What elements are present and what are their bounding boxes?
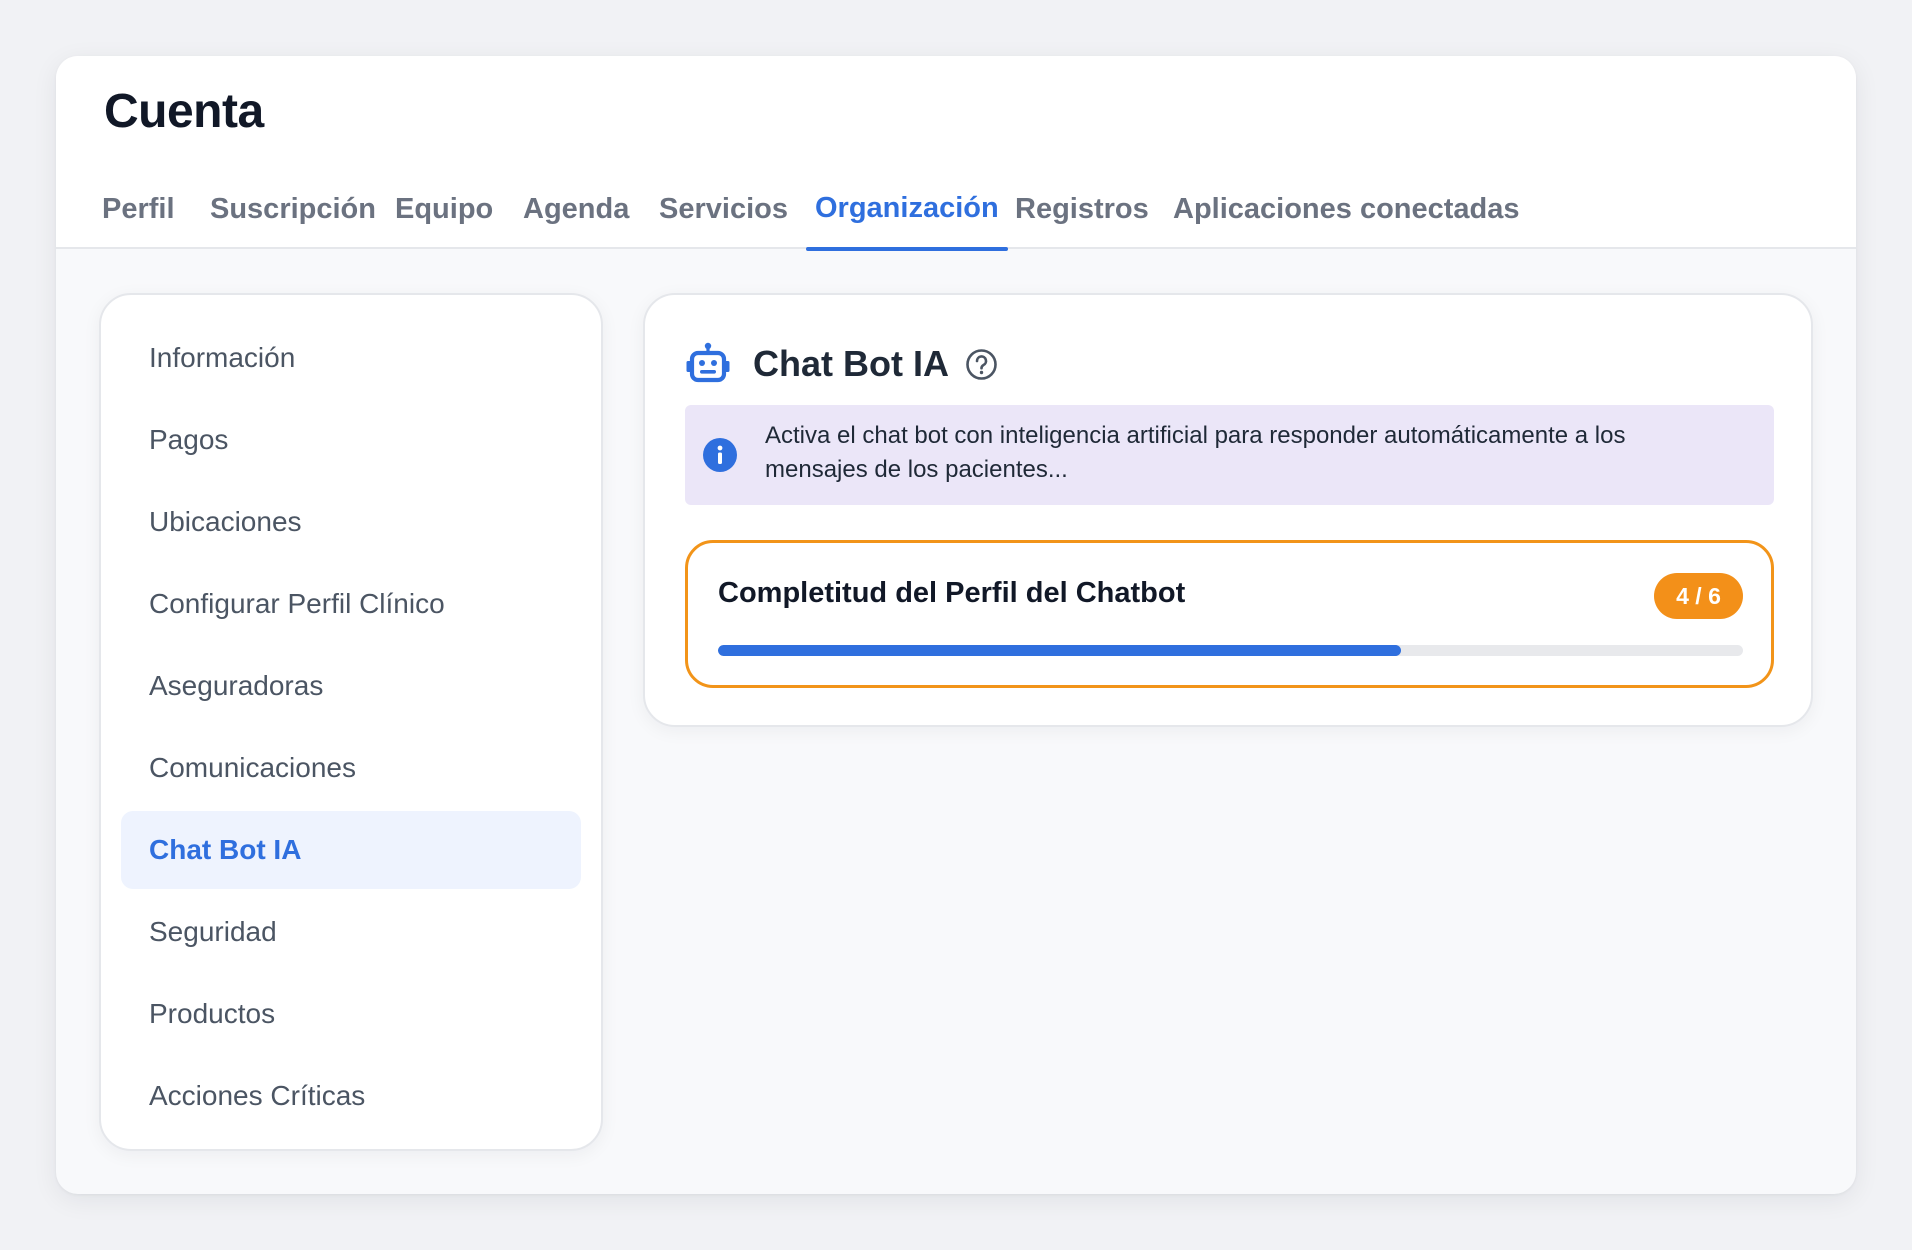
tab-agenda[interactable]: Agenda xyxy=(514,184,638,249)
progress-title: Completitud del Perfil del Chatbot xyxy=(718,577,1186,609)
progress-track xyxy=(718,645,1743,656)
card-title: Chat Bot IA xyxy=(753,343,949,384)
sidebar-item-productos[interactable]: Productos xyxy=(121,975,581,1053)
card-header: Chat Bot IA xyxy=(685,339,1285,389)
progress-count-badge: 4 / 6 xyxy=(1654,573,1743,619)
chatbot-profile-progress: Completitud del Perfil del Chatbot 4 / 6 xyxy=(685,540,1774,688)
sidebar-item-seguridad[interactable]: Seguridad xyxy=(121,893,581,971)
chatbot-card: Chat Bot IA Activa el chat bot con intel… xyxy=(643,293,1813,727)
progress-fill xyxy=(718,645,1402,656)
sidebar-item-ubicaciones[interactable]: Ubicaciones xyxy=(121,483,581,561)
sidebar-item-aseguradoras[interactable]: Aseguradoras xyxy=(121,647,581,725)
page-title: Cuenta xyxy=(104,85,264,138)
info-banner: Activa el chat bot con inteligencia arti… xyxy=(685,405,1774,505)
tab-suscripcion[interactable]: Suscripción xyxy=(201,184,385,249)
tab-perfil[interactable]: Perfil xyxy=(93,184,184,249)
sidebar-item-chat-bot-ia[interactable]: Chat Bot IA xyxy=(121,811,581,889)
tab-registros[interactable]: Registros xyxy=(1006,184,1158,249)
tab-aplicaciones-conectadas[interactable]: Aplicaciones conectadas xyxy=(1164,184,1529,249)
settings-sidebar: Información Pagos Ubicaciones Configurar… xyxy=(99,293,603,1151)
sidebar-item-acciones-criticas[interactable]: Acciones Críticas xyxy=(121,1057,581,1135)
tab-servicios[interactable]: Servicios xyxy=(650,184,797,249)
sidebar-item-comunicaciones[interactable]: Comunicaciones xyxy=(121,729,581,807)
info-text: Activa el chat bot con inteligencia arti… xyxy=(765,422,1626,483)
sidebar-item-pagos[interactable]: Pagos xyxy=(121,401,581,479)
tab-organizacion[interactable]: Organización xyxy=(806,184,1008,251)
page-header: Cuenta Perfil Suscripción Equipo Agenda … xyxy=(56,56,1856,251)
account-window: Cuenta Perfil Suscripción Equipo Agenda … xyxy=(56,56,1856,1194)
tab-bar: Perfil Suscripción Equipo Agenda Servici… xyxy=(56,184,1856,251)
tab-equipo[interactable]: Equipo xyxy=(386,184,502,249)
help-circle-icon[interactable] xyxy=(965,348,998,381)
sidebar-item-informacion[interactable]: Información xyxy=(121,319,581,397)
sidebar-item-configurar-perfil-clinico[interactable]: Configurar Perfil Clínico xyxy=(121,565,581,643)
info-icon xyxy=(703,438,737,472)
robot-icon xyxy=(686,342,730,383)
